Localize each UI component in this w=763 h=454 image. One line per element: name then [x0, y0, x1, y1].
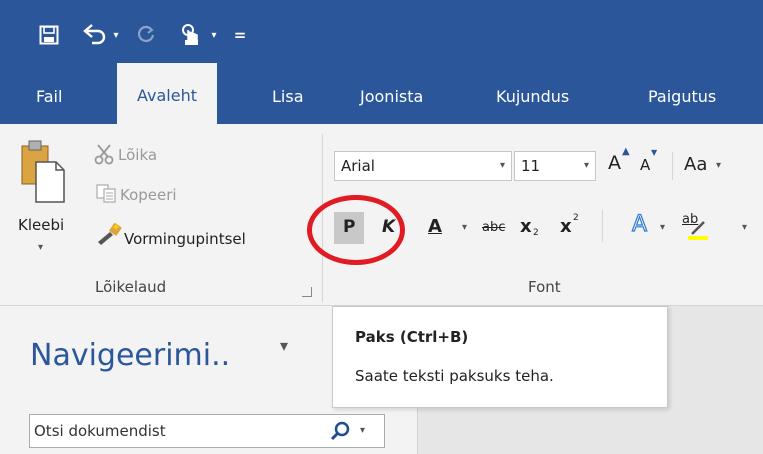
highlight-dropdown-icon[interactable]: ▾ — [742, 222, 747, 233]
tab-file[interactable]: Fail — [36, 72, 62, 124]
change-case-dropdown-icon[interactable]: ▾ — [716, 160, 721, 171]
clipboard-launcher-icon[interactable] — [302, 287, 312, 297]
underline-dropdown-icon[interactable]: ▾ — [462, 222, 467, 233]
text-effects-dropdown-icon[interactable]: ▾ — [660, 222, 665, 233]
text-effects-button[interactable]: A — [631, 211, 647, 237]
format-painter-icon — [96, 222, 122, 250]
cut-button: Lõika — [118, 146, 158, 164]
font-size-combo[interactable]: 11 ▾ — [514, 151, 596, 181]
superscript-mark: 2 — [573, 213, 579, 223]
paste-icon — [20, 140, 68, 210]
paste-dropdown-icon[interactable]: ▾ — [38, 242, 43, 253]
copy-button: Kopeeri — [120, 186, 177, 204]
redo-icon — [134, 22, 158, 48]
search-document-field[interactable]: Otsi dokumendist ▾ — [29, 414, 385, 448]
shrink-arrow-icon: ▼ — [651, 148, 658, 157]
font-name-dropdown-icon[interactable]: ▾ — [500, 152, 505, 180]
font-size-dropdown-icon[interactable]: ▾ — [584, 152, 589, 180]
tab-insert[interactable]: Lisa — [272, 72, 304, 124]
annotation-circle — [307, 195, 405, 265]
tab-home[interactable]: Avaleht — [117, 63, 217, 124]
change-case-button[interactable]: Aa — [684, 154, 707, 175]
font-separator — [672, 152, 673, 180]
copy-icon — [96, 184, 118, 208]
paste-label: Kleebi — [18, 216, 65, 234]
font-size-value: 11 — [521, 157, 541, 175]
tooltip-title: Paks (Ctrl+B) — [355, 328, 469, 346]
tab-layout[interactable]: Paigutus — [648, 72, 716, 124]
search-input[interactable]: Otsi dokumendist — [34, 422, 166, 440]
format-painter-button[interactable]: Vormingupintsel — [124, 230, 246, 248]
customize-qat-icon[interactable]: = — [228, 22, 252, 48]
search-icon[interactable] — [330, 421, 350, 445]
font-name-value: Arial — [341, 157, 375, 175]
search-options-dropdown-icon[interactable]: ▾ — [360, 425, 365, 436]
font-separator-2 — [602, 210, 603, 242]
strikethrough-button[interactable]: abc — [482, 220, 505, 235]
scissors-icon — [94, 144, 116, 170]
highlighter-pen-icon — [688, 218, 708, 244]
tab-draw[interactable]: Joonista — [360, 72, 423, 124]
subscript-button[interactable]: x — [520, 216, 532, 237]
tab-design[interactable]: Kujundus — [496, 72, 569, 124]
grow-font-button[interactable]: A — [608, 152, 621, 174]
quick-access-toolbar: ▾ ▾ = — [0, 0, 763, 72]
font-name-combo[interactable]: Arial ▾ — [334, 151, 512, 181]
grow-arrow-icon: ▲ — [622, 146, 630, 157]
shrink-font-button[interactable]: A — [640, 156, 650, 174]
touch-mode-icon[interactable] — [176, 22, 204, 48]
bold-tooltip: Paks (Ctrl+B) Saate teksti paksuks teha. — [332, 306, 668, 408]
font-group-label: Font — [528, 278, 561, 296]
superscript-button[interactable]: x — [560, 216, 572, 237]
undo-dropdown-icon[interactable]: ▾ — [110, 22, 122, 48]
undo-icon[interactable] — [82, 22, 108, 48]
navigation-title: Navigeerimi.. — [30, 338, 231, 373]
tooltip-description: Saate teksti paksuks teha. — [355, 367, 554, 385]
navigation-menu-icon[interactable]: ▾ — [280, 336, 288, 355]
save-icon[interactable] — [36, 22, 62, 48]
clipboard-group-label: Lõikelaud — [95, 278, 167, 296]
ribbon-tabs: Fail Avaleht Lisa Joonista Kujundus Paig… — [0, 63, 763, 124]
subscript-mark: 2 — [533, 228, 539, 238]
underline-button[interactable]: A — [428, 216, 442, 237]
touch-dropdown-icon[interactable]: ▾ — [208, 22, 220, 48]
